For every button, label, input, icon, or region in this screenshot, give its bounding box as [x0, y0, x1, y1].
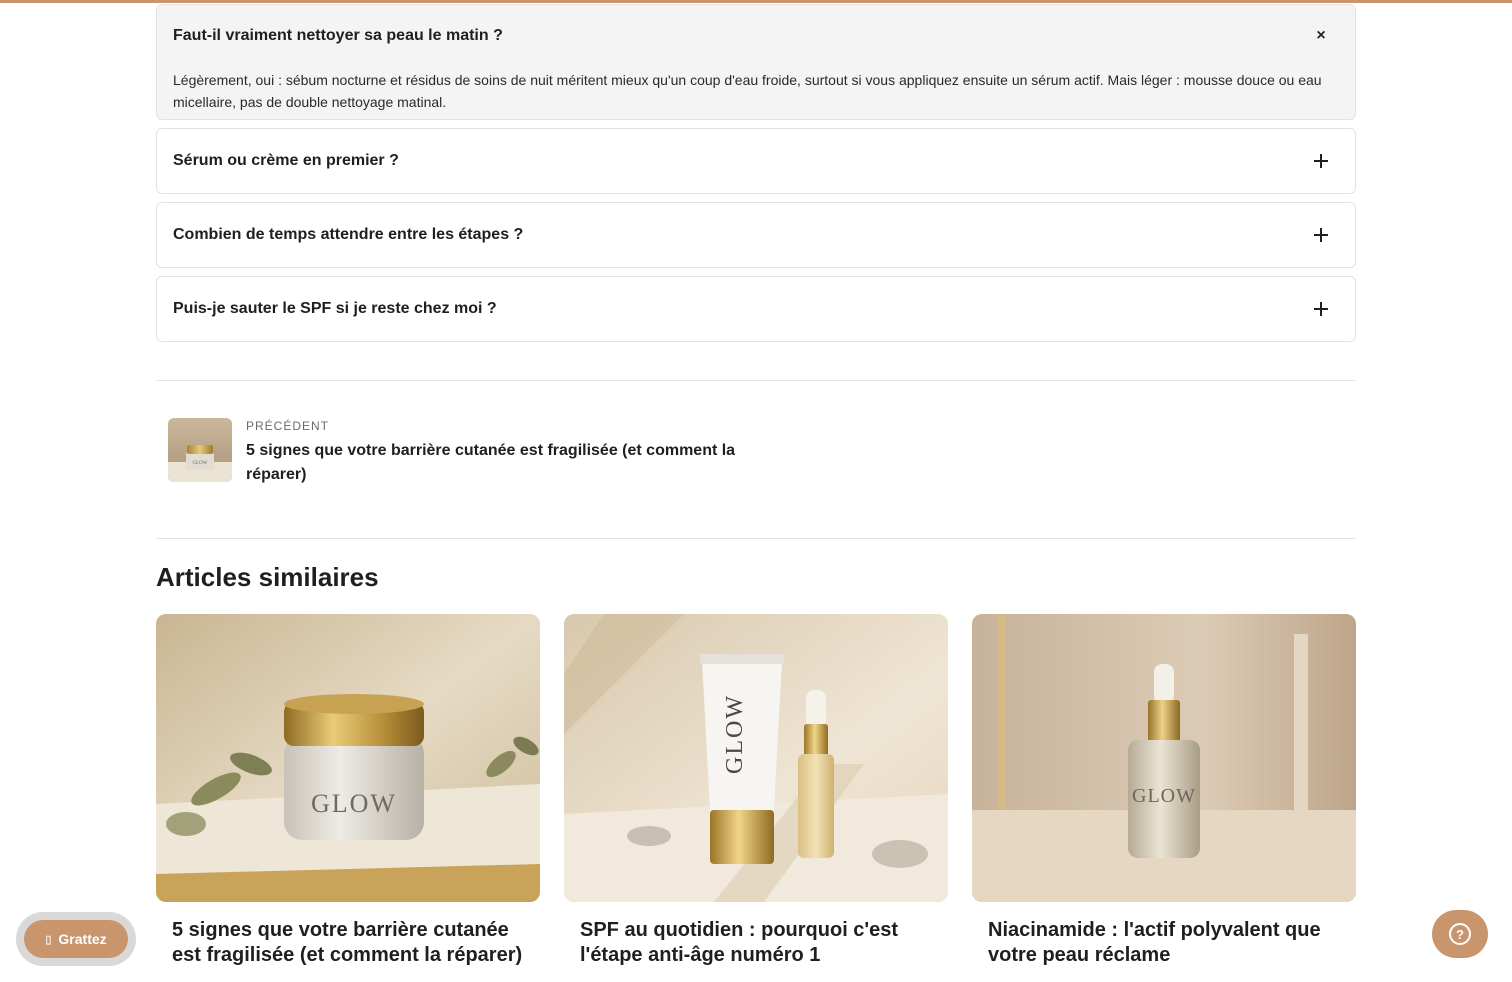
article-image: GLOW [564, 614, 948, 902]
faq-header[interactable]: Faut-il vraiment nettoyer sa peau le mat… [157, 5, 1355, 67]
previous-article-link[interactable]: GLOW PRÉCÉDENT 5 signes que votre barriè… [168, 418, 788, 487]
product-brand-text: GLOW [1132, 785, 1196, 807]
faq-answer: Légèrement, oui : sébum nocturne et rési… [173, 72, 1322, 110]
faq-question: Puis-je sauter le SPF si je reste chez m… [173, 300, 497, 317]
article-image: GLOW [156, 614, 540, 902]
help-button[interactable]: ? [1432, 910, 1488, 958]
article-title: SPF au quotidien : pourquoi c'est l'étap… [580, 919, 899, 966]
faq-header[interactable]: Combien de temps attendre entre les étap… [157, 203, 1355, 267]
previous-label: PRÉCÉDENT [246, 419, 330, 433]
previous-article-title: 5 signes que votre barrière cutanée est … [246, 442, 736, 483]
related-article-card[interactable]: GLOW 5 signes que votre barrière cutanée… [156, 614, 540, 968]
related-articles-heading: Articles similaires [156, 562, 379, 592]
faq-header[interactable]: Puis-je sauter le SPF si je reste chez m… [157, 277, 1355, 341]
question-mark-icon: ? [1449, 923, 1471, 945]
faq-question: Sérum ou crème en premier ? [173, 152, 399, 169]
related-article-card[interactable]: GLOW SPF au quotidien : pourquoi c'est l… [564, 614, 948, 968]
previous-article-text: PRÉCÉDENT 5 signes que votre barrière cu… [246, 418, 746, 487]
plus-icon[interactable] [1313, 301, 1329, 317]
plus-icon[interactable] [1313, 227, 1329, 243]
gift-icon: ▯ [45, 933, 52, 946]
faq-item[interactable]: Puis-je sauter le SPF si je reste chez m… [156, 276, 1356, 342]
scratch-widget: ▯ Grattez [16, 912, 136, 966]
section-divider [156, 538, 1356, 539]
faq-question: Combien de temps attendre entre les étap… [173, 226, 524, 243]
product-brand-text: GLOW [311, 789, 397, 818]
product-brand-text: GLOW [722, 694, 748, 774]
scratch-button[interactable]: ▯ Grattez [24, 920, 128, 958]
article-image: GLOW [972, 614, 1356, 902]
related-article-card[interactable]: GLOW Niacinamide : l'actif polyvalent qu… [972, 614, 1356, 968]
faq-question: Faut-il vraiment nettoyer sa peau le mat… [173, 27, 503, 44]
plus-icon[interactable] [1313, 153, 1329, 169]
scratch-label: Grattez [58, 931, 107, 947]
section-divider [156, 380, 1356, 381]
faq-header[interactable]: Sérum ou crème en premier ? [157, 129, 1355, 193]
faq-item[interactable]: Sérum ou crème en premier ? [156, 128, 1356, 194]
close-icon[interactable]: × [1313, 28, 1329, 44]
top-accent-bar [0, 0, 1512, 3]
previous-article-thumbnail: GLOW [168, 418, 232, 482]
article-title: Niacinamide : l'actif polyvalent que vot… [988, 919, 1321, 966]
thumb-brand-text: GLOW [193, 461, 208, 466]
article-title: 5 signes que votre barrière cutanée est … [172, 919, 523, 966]
faq-item[interactable]: Faut-il vraiment nettoyer sa peau le mat… [156, 4, 1356, 120]
faq-list: Faut-il vraiment nettoyer sa peau le mat… [156, 4, 1356, 350]
faq-item[interactable]: Combien de temps attendre entre les étap… [156, 202, 1356, 268]
